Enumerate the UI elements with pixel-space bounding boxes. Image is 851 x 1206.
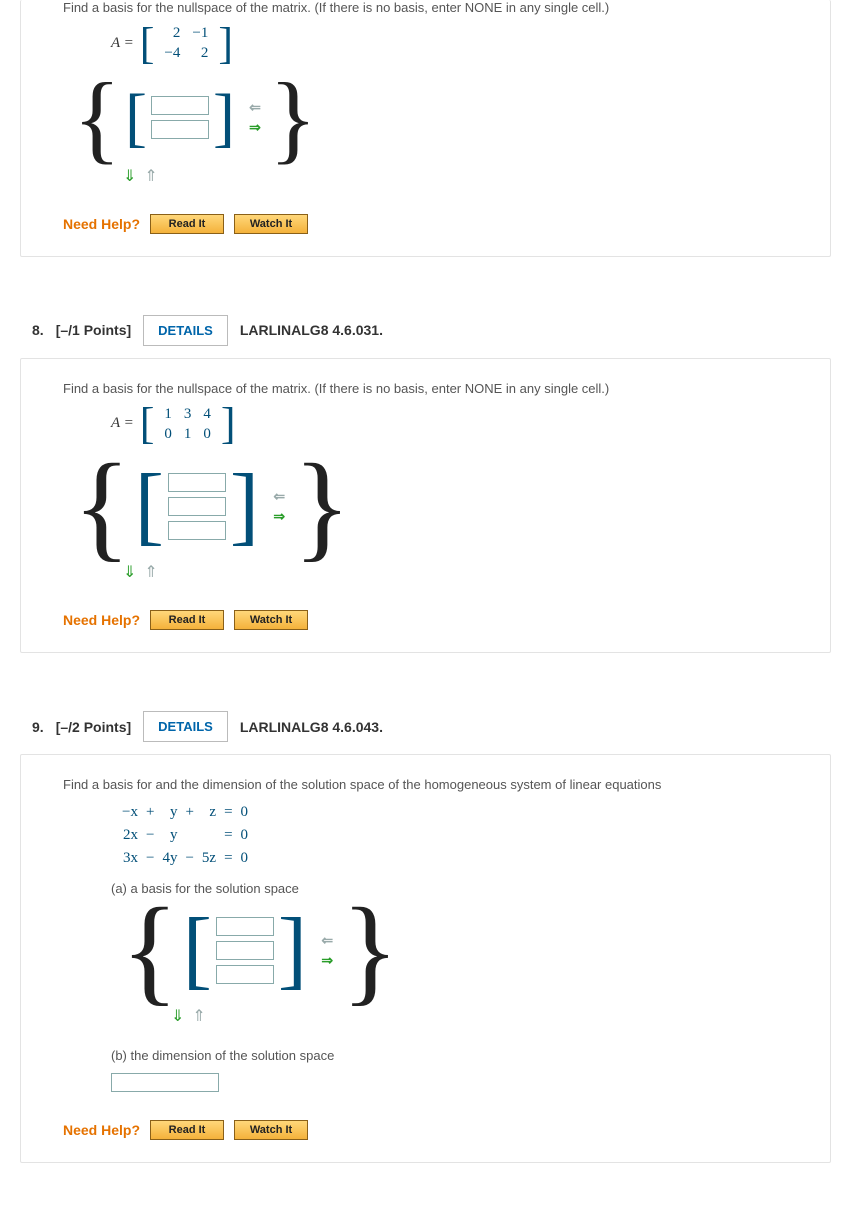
q7-matrix: A = [ 2−1 −42 ]: [111, 23, 788, 64]
watch-it-button[interactable]: Watch It: [234, 610, 308, 630]
left-bracket-icon: [: [140, 27, 155, 60]
left-bracket-icon: [: [183, 918, 212, 981]
answer-cell[interactable]: [168, 497, 226, 516]
need-help-label: Need Help?: [63, 216, 140, 232]
cell: 4: [197, 404, 217, 424]
right-bracket-icon: ]: [213, 94, 235, 142]
right-brace-icon: }: [291, 458, 353, 554]
cell: 2: [186, 43, 214, 63]
q9-number: 9.: [32, 719, 44, 735]
right-bracket-icon: ]: [218, 27, 233, 60]
details-button[interactable]: DETAILS: [143, 315, 228, 346]
watch-it-button[interactable]: Watch It: [234, 1120, 308, 1140]
watch-it-button[interactable]: Watch It: [234, 214, 308, 234]
add-column-icon[interactable]: ⇒: [317, 952, 337, 968]
q8-matrix: A = [ 134 010 ]: [111, 404, 788, 445]
need-help-label: Need Help?: [63, 612, 140, 628]
matrix-label: A =: [111, 35, 134, 52]
cell: 1: [158, 404, 178, 424]
answer-cell[interactable]: [151, 120, 209, 139]
read-it-button[interactable]: Read It: [150, 214, 224, 234]
left-bracket-icon: [: [125, 94, 147, 142]
q9-part-b-label: (b) the dimension of the solution space: [111, 1048, 788, 1063]
add-row-icon[interactable]: ⇓: [123, 166, 136, 186]
add-row-icon[interactable]: ⇓: [171, 1006, 184, 1026]
q8-points: [–/1 Points]: [56, 322, 131, 338]
remove-column-icon[interactable]: ⇐: [245, 100, 265, 116]
remove-column-icon[interactable]: ⇐: [269, 488, 289, 504]
details-button[interactable]: DETAILS: [143, 711, 228, 742]
q9-answer-set: { [ ] ⇐ ⇒ }: [119, 902, 788, 998]
matrix-label: A =: [111, 415, 134, 432]
right-bracket-icon: ]: [230, 474, 259, 537]
q9-ref: LARLINALG8 4.6.043.: [240, 719, 383, 735]
q8-ref: LARLINALG8 4.6.031.: [240, 322, 383, 338]
cell: 2: [158, 23, 186, 43]
cell: −1: [186, 23, 214, 43]
read-it-button[interactable]: Read It: [150, 610, 224, 630]
add-row-icon[interactable]: ⇓: [123, 562, 136, 582]
q8-prompt: Find a basis for the nullspace of the ma…: [63, 381, 788, 396]
q9-part-a-label: (a) a basis for the solution space: [111, 881, 788, 896]
answer-cell[interactable]: [151, 96, 209, 115]
right-brace-icon: }: [339, 902, 401, 998]
cell: 1: [178, 424, 198, 444]
answer-cell[interactable]: [216, 941, 274, 960]
add-column-icon[interactable]: ⇒: [245, 120, 265, 136]
remove-column-icon[interactable]: ⇐: [317, 932, 337, 948]
dimension-input[interactable]: [111, 1073, 219, 1092]
right-bracket-icon: ]: [278, 918, 307, 981]
q7-prompt: Find a basis for the nullspace of the ma…: [63, 0, 788, 15]
left-brace-icon: {: [119, 902, 181, 998]
left-brace-icon: {: [71, 458, 133, 554]
cell: −4: [158, 43, 186, 63]
q9-points: [–/2 Points]: [56, 719, 131, 735]
remove-row-icon[interactable]: ⇑: [144, 562, 157, 582]
q8-answer-set: { [ ] ⇐ ⇒ }: [71, 458, 788, 554]
answer-cell[interactable]: [216, 965, 274, 984]
remove-row-icon[interactable]: ⇑: [192, 1006, 205, 1026]
read-it-button[interactable]: Read It: [150, 1120, 224, 1140]
left-bracket-icon: [: [140, 407, 155, 440]
answer-cell[interactable]: [168, 473, 226, 492]
right-brace-icon: }: [267, 78, 319, 158]
answer-cell[interactable]: [168, 521, 226, 540]
left-brace-icon: {: [71, 78, 123, 158]
q9-prompt: Find a basis for and the dimension of th…: [63, 777, 788, 792]
left-bracket-icon: [: [135, 474, 164, 537]
add-column-icon[interactable]: ⇒: [269, 508, 289, 524]
cell: 0: [197, 424, 217, 444]
answer-cell[interactable]: [216, 917, 274, 936]
q7-answer-set: { [ ] ⇐ ⇒ }: [71, 78, 788, 158]
need-help-label: Need Help?: [63, 1122, 140, 1138]
equation-system: −x+ y+ z= 0 2x− y = 0 3x− 4y− 5z= 0: [117, 800, 788, 871]
q8-number: 8.: [32, 322, 44, 338]
cell: 0: [158, 424, 178, 444]
right-bracket-icon: ]: [221, 407, 236, 440]
cell: 3: [178, 404, 198, 424]
remove-row-icon[interactable]: ⇑: [144, 166, 157, 186]
